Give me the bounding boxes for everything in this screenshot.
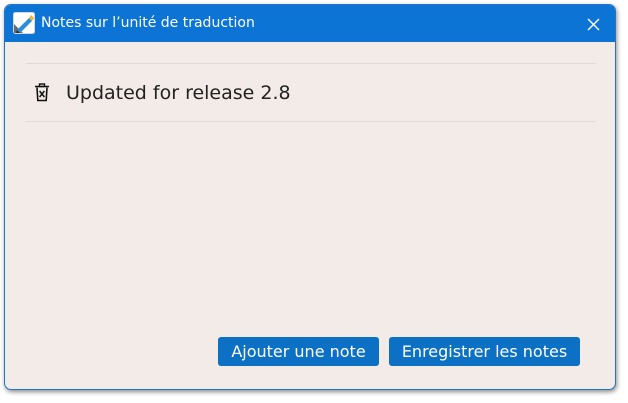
note-text[interactable]: Updated for release 2.8 xyxy=(66,82,291,104)
close-button[interactable] xyxy=(577,9,609,39)
note-divider-bottom xyxy=(26,121,596,122)
window-title: Notes sur l’unité de traduction xyxy=(41,15,255,31)
trash-icon[interactable] xyxy=(34,83,50,102)
notes-dialog: Notes sur l’unité de traduction Updated … xyxy=(4,4,616,390)
note-item: Updated for release 2.8 xyxy=(26,64,596,121)
title-bar: Notes sur l’unité de traduction xyxy=(5,5,615,42)
save-notes-button[interactable]: Enregistrer les notes xyxy=(389,337,580,366)
add-note-button[interactable]: Ajouter une note xyxy=(218,337,379,366)
app-pen-icon xyxy=(13,12,35,34)
close-icon xyxy=(587,18,600,31)
